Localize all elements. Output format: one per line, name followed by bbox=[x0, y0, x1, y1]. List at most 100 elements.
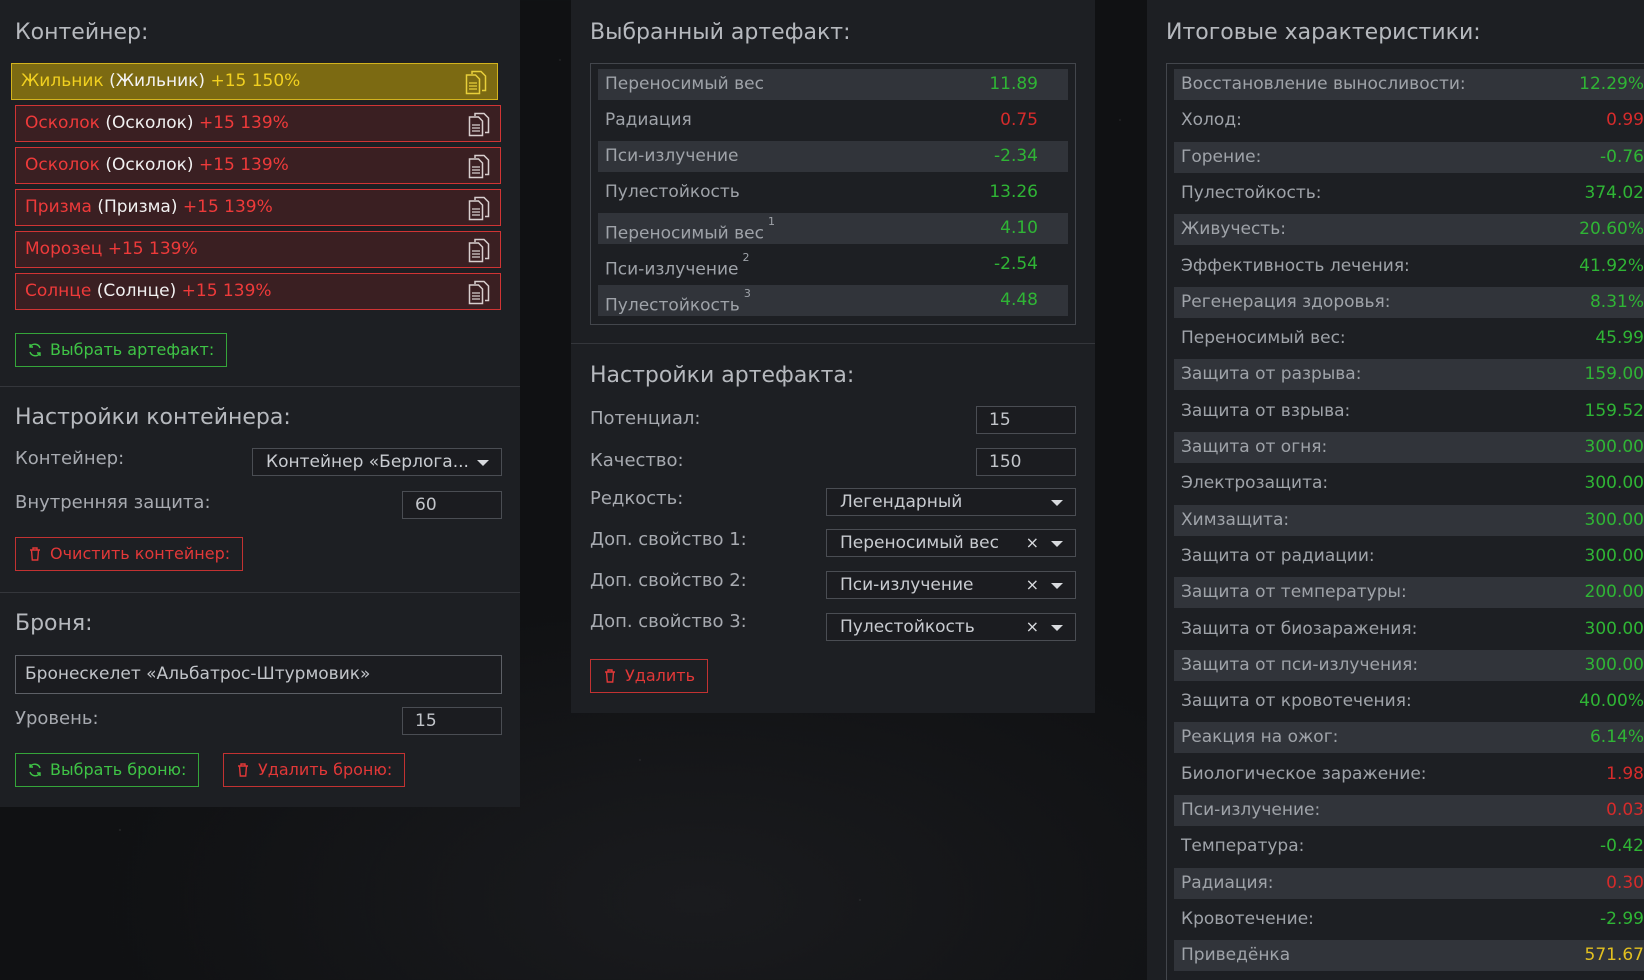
stat-label: Переносимый вес1 bbox=[605, 215, 775, 244]
clear-icon[interactable]: × bbox=[1026, 614, 1039, 640]
stat-label: Пси-излучение bbox=[605, 146, 739, 166]
delete-armor-button[interactable]: Удалить броню: bbox=[223, 753, 406, 787]
total-stat-value: 0.99 bbox=[1606, 110, 1644, 131]
stat-row: Пси-излучение2 -2.54 bbox=[598, 249, 1068, 280]
container-item[interactable]: Морозец +15 139% bbox=[15, 231, 501, 268]
artifact-name: Осколок bbox=[25, 155, 100, 175]
stat-row: Пулестойкость3 4.48 bbox=[598, 285, 1068, 316]
stat-value: -2.34 bbox=[994, 146, 1038, 166]
trash-icon bbox=[30, 547, 40, 561]
level-label: Уровень: bbox=[15, 708, 99, 729]
extra1-select[interactable]: Переносимый вес × bbox=[826, 529, 1076, 557]
selected-artifact-title: Выбранный артефакт: bbox=[590, 20, 851, 45]
extra2-select[interactable]: Пси-излучение × bbox=[826, 571, 1076, 599]
total-stat-label: Эффективность лечения: bbox=[1181, 255, 1410, 276]
stat-footnote: 1 bbox=[767, 215, 775, 228]
artifact-original-name: (Осколок) bbox=[105, 113, 194, 133]
stat-footnote: 2 bbox=[742, 251, 750, 264]
container-select[interactable]: Контейнер «Берлога... bbox=[252, 448, 502, 476]
total-stat-label: Защита от биозаражения: bbox=[1181, 618, 1418, 639]
total-stat-label: Холод: bbox=[1181, 110, 1242, 131]
artifact-name: Призма bbox=[25, 197, 92, 217]
total-stat-label: Восстановление выносливости: bbox=[1181, 74, 1466, 94]
total-stat-row: Радиация: 0.30 bbox=[1174, 867, 1644, 899]
delete-artifact-button[interactable]: Удалить bbox=[590, 659, 708, 693]
total-stat-label: Защита от пси-излучения: bbox=[1181, 654, 1419, 675]
total-stat-row: Пси-излучение: 0.03 bbox=[1174, 795, 1644, 826]
total-stat-value: -0.42 bbox=[1600, 836, 1644, 857]
potential-label: Потенциал: bbox=[590, 408, 701, 429]
total-stat-value: 300.00 bbox=[1584, 618, 1644, 639]
container-item[interactable]: Осколок (Осколок) +15 139% bbox=[15, 147, 501, 184]
choose-artifact-label: Выбрать артефакт: bbox=[50, 340, 215, 359]
extra1-select-value: Переносимый вес bbox=[840, 533, 999, 553]
container-item[interactable]: Жильник (Жильник) +15 150% bbox=[11, 63, 498, 100]
artifact-name: Жильник bbox=[21, 71, 104, 91]
divider bbox=[0, 386, 520, 387]
artifact-level: +15 139% bbox=[198, 155, 289, 175]
artifact-level: +15 139% bbox=[107, 239, 198, 259]
copy-icon[interactable] bbox=[465, 70, 487, 95]
container-item[interactable]: Солнце (Солнце) +15 139% bbox=[15, 273, 501, 310]
total-stat-label: Пси-излучение: bbox=[1181, 800, 1321, 820]
container-item[interactable]: Осколок (Осколок) +15 139% bbox=[15, 105, 501, 142]
choose-armor-button[interactable]: Выбрать броню: bbox=[15, 753, 200, 787]
total-stat-label: Регенерация здоровья: bbox=[1181, 291, 1391, 312]
clear-icon[interactable]: × bbox=[1026, 572, 1039, 598]
total-stat-value: 200.00 bbox=[1584, 582, 1644, 603]
armor-input[interactable]: Бронескелет «Альбатрос-Штурмовик» bbox=[15, 655, 502, 694]
stat-label: Радиация bbox=[605, 110, 692, 130]
potential-input[interactable]: 15 bbox=[976, 406, 1076, 434]
total-stat-row: Защита от радиации: 300.00 bbox=[1174, 541, 1644, 572]
total-stat-label: Горение: bbox=[1181, 146, 1262, 167]
armor-title: Броня: bbox=[15, 611, 93, 636]
total-stat-row: Пулестойкость: 374.02 bbox=[1174, 178, 1644, 209]
extra2-label: Доп. свойство 2: bbox=[590, 570, 747, 591]
quality-input[interactable]: 150 bbox=[976, 448, 1076, 476]
choose-armor-label: Выбрать броню: bbox=[50, 760, 187, 779]
total-stat-row: Защита от огня: 300.00 bbox=[1174, 432, 1644, 463]
stat-value: 13.26 bbox=[989, 182, 1038, 202]
total-stat-row: Живучесть: 20.60% bbox=[1174, 214, 1644, 246]
stat-value: -2.54 bbox=[994, 254, 1038, 274]
clear-container-button[interactable]: Очистить контейнер: bbox=[15, 537, 244, 571]
choose-artifact-button[interactable]: Выбрать артефакт: bbox=[15, 333, 228, 367]
container-item[interactable]: Призма (Призма) +15 139% bbox=[15, 189, 501, 226]
delete-armor-label: Удалить броню: bbox=[258, 760, 393, 779]
extra2-select-value: Пси-излучение bbox=[840, 575, 974, 595]
total-stat-label: Защита от огня: bbox=[1181, 437, 1328, 457]
total-stat-value: 571.67 bbox=[1584, 945, 1644, 966]
divider bbox=[0, 592, 520, 593]
chevron-down-icon bbox=[1051, 500, 1063, 506]
inner-protection-input[interactable]: 60 bbox=[402, 491, 502, 519]
total-stat-value: 0.30 bbox=[1606, 872, 1644, 893]
total-stat-value: 40.00% bbox=[1579, 691, 1644, 712]
copy-icon[interactable] bbox=[468, 154, 490, 179]
clear-container-label: Очистить контейнер: bbox=[50, 544, 231, 563]
total-stat-row: Защита от взрыва: 159.52 bbox=[1174, 396, 1644, 427]
rarity-select[interactable]: Легендарный bbox=[826, 488, 1076, 516]
total-stat-row: Химзащита: 300.00 bbox=[1174, 504, 1644, 536]
clear-icon[interactable]: × bbox=[1026, 530, 1039, 556]
total-stat-value: 45.99 bbox=[1595, 328, 1644, 349]
copy-icon[interactable] bbox=[468, 238, 490, 263]
total-stat-value: 6.14% bbox=[1589, 727, 1644, 748]
artifact-level: +15 139% bbox=[181, 281, 272, 301]
total-stat-value: 300.00 bbox=[1584, 473, 1644, 494]
artifact-level: +15 150% bbox=[210, 71, 301, 91]
copy-icon[interactable] bbox=[468, 196, 490, 221]
total-stat-row: Горение: -0.76 bbox=[1174, 141, 1644, 173]
total-stat-row: Переносимый вес: 45.99 bbox=[1174, 323, 1644, 354]
total-stat-label: Химзащита: bbox=[1181, 509, 1290, 530]
stat-value: 11.89 bbox=[989, 74, 1038, 94]
stat-row: Переносимый вес1 4.10 bbox=[598, 213, 1068, 244]
level-input[interactable]: 15 bbox=[402, 707, 502, 735]
extra3-select[interactable]: Пулестойкость × bbox=[826, 613, 1076, 641]
delete-artifact-label: Удалить bbox=[625, 666, 695, 685]
copy-icon[interactable] bbox=[468, 280, 490, 305]
artifact-name: Солнце bbox=[25, 281, 92, 301]
total-stat-label: Живучесть: bbox=[1181, 219, 1286, 240]
total-stat-row: Регенерация здоровья: 8.31% bbox=[1174, 286, 1644, 318]
stat-row: Пулестойкость 13.26 bbox=[598, 177, 1068, 208]
copy-icon[interactable] bbox=[468, 112, 490, 137]
